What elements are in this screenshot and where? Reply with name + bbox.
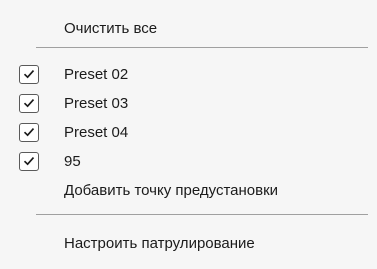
- checkmark-icon: [23, 99, 35, 108]
- preset-label: Preset 03: [64, 94, 129, 112]
- add-preset-label: Добавить точку предустановки: [64, 181, 279, 199]
- checkbox[interactable]: [19, 151, 39, 171]
- preset-menu-item-preset-02[interactable]: Preset 02: [0, 60, 377, 88]
- checkbox[interactable]: [19, 64, 39, 84]
- add-preset-menu-item[interactable]: Добавить точку предустановки: [0, 176, 377, 204]
- clear-all-menu-item[interactable]: Очистить все: [0, 14, 377, 42]
- preset-menu-item-95[interactable]: 95: [0, 147, 377, 175]
- preset-menu-item-preset-03[interactable]: Preset 03: [0, 89, 377, 117]
- preset-label: Preset 04: [64, 123, 129, 141]
- checkbox[interactable]: [19, 122, 39, 142]
- configure-patrol-label: Настроить патрулирование: [64, 234, 255, 252]
- clear-all-label: Очистить все: [64, 19, 158, 37]
- checkmark-icon: [23, 128, 35, 137]
- menu-separator: [36, 214, 368, 215]
- configure-patrol-menu-item[interactable]: Настроить патрулирование: [0, 229, 377, 257]
- checkbox[interactable]: [19, 93, 39, 113]
- preset-menu-item-preset-04[interactable]: Preset 04: [0, 118, 377, 146]
- context-menu: Очистить все Preset 02 Preset 03 Preset …: [0, 0, 377, 269]
- checkmark-icon: [23, 70, 35, 79]
- menu-separator: [36, 47, 368, 48]
- preset-label: 95: [64, 152, 81, 170]
- preset-label: Preset 02: [64, 65, 129, 83]
- checkmark-icon: [23, 157, 35, 166]
